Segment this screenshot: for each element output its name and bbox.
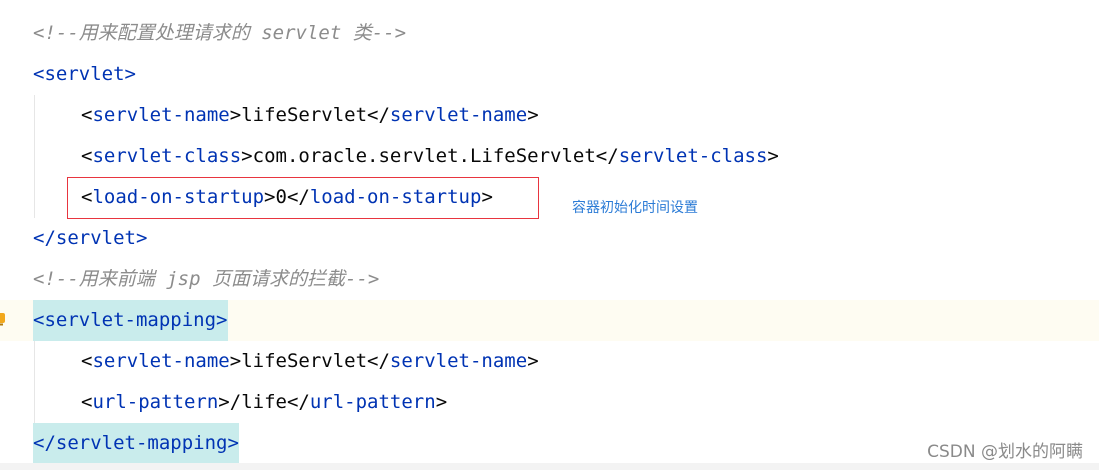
xml-comment: <!--用来配置处理请求的 servlet 类--> [33,22,407,44]
annotation-box [67,177,539,219]
tag-close-bracket: > [435,391,448,413]
code-line[interactable]: </servlet> [0,218,1099,259]
tag-open-bracket: </ [367,350,390,372]
brace-match-highlight: <servlet-mapping> [33,300,228,341]
tag-text: lifeServlet [241,350,368,372]
tag-name: url-pattern [309,391,436,413]
code-line[interactable]: <servlet> [0,54,1099,95]
tag-text: /life [229,391,287,413]
code-editor[interactable]: <!--用来配置处理请求的 servlet 类--> <servlet> <se… [0,0,1099,470]
intention-bulb-icon[interactable] [0,311,5,326]
brace-match-highlight: </servlet-mapping> [33,423,239,464]
tag-name: servlet-mapping [55,432,228,454]
tag-close-bracket: > [218,391,230,413]
code-line[interactable]: <!--用来配置处理请求的 servlet 类--> [0,13,1099,54]
tag-open-bracket: < [81,391,93,413]
watermark: CSDN @划水的阿瞒 [927,442,1083,462]
tag-name: servlet-name [389,350,528,372]
tag-open-bracket: </ [33,227,56,249]
tag-name: servlet-class [92,145,242,167]
tag-open-bracket: < [33,309,45,331]
horizontal-scrollbar[interactable] [0,463,1099,470]
code-line[interactable]: <url-pattern>/life</url-pattern> [0,382,1099,423]
tag-open-bracket: < [81,350,93,372]
code-line[interactable]: <servlet-class>com.oracle.servlet.LifeSe… [0,136,1099,177]
tag-open-bracket: </ [33,432,56,454]
tag-open-bracket: </ [595,145,619,167]
tag-close-bracket: > [124,63,136,85]
tag-close-bracket: > [229,104,242,126]
tag-open-bracket: < [33,63,45,85]
code-line[interactable]: <servlet-name>lifeServlet</servlet-name> [0,95,1099,136]
tag-name: servlet [44,63,125,85]
tag-name: servlet-name [92,104,230,126]
code-line[interactable]: <!--用来前端 jsp 页面请求的拦截--> [0,259,1099,300]
tag-close-bracket: > [527,350,539,372]
tag-open-bracket: </ [367,104,390,126]
tag-name: url-pattern [92,391,219,413]
tag-close-bracket: > [229,350,242,372]
tag-text: com.oracle.servlet.LifeServlet [252,145,596,167]
code-line[interactable]: <servlet-mapping> [0,300,1099,341]
tag-close-bracket: > [227,432,239,454]
tag-close-bracket: > [135,227,148,249]
tag-name: servlet-name [92,350,230,372]
xml-comment: <!--用来前端 jsp 页面请求的拦截--> [33,268,380,290]
tag-name: servlet [55,227,136,249]
tag-close-bracket: > [216,309,228,331]
tag-close-bracket: > [767,145,779,167]
tag-open-bracket: < [81,145,93,167]
tag-open-bracket: </ [286,391,310,413]
tag-name: servlet-name [389,104,528,126]
tag-close-bracket: > [527,104,539,126]
tag-name: servlet-mapping [44,309,217,331]
code-line[interactable]: <servlet-name>lifeServlet</servlet-name> [0,341,1099,382]
tag-name: servlet-class [618,145,768,167]
tag-text: lifeServlet [241,104,368,126]
tag-close-bracket: > [241,145,253,167]
annotation-text: 容器初始化时间设置 [572,200,698,216]
tag-open-bracket: < [81,104,93,126]
